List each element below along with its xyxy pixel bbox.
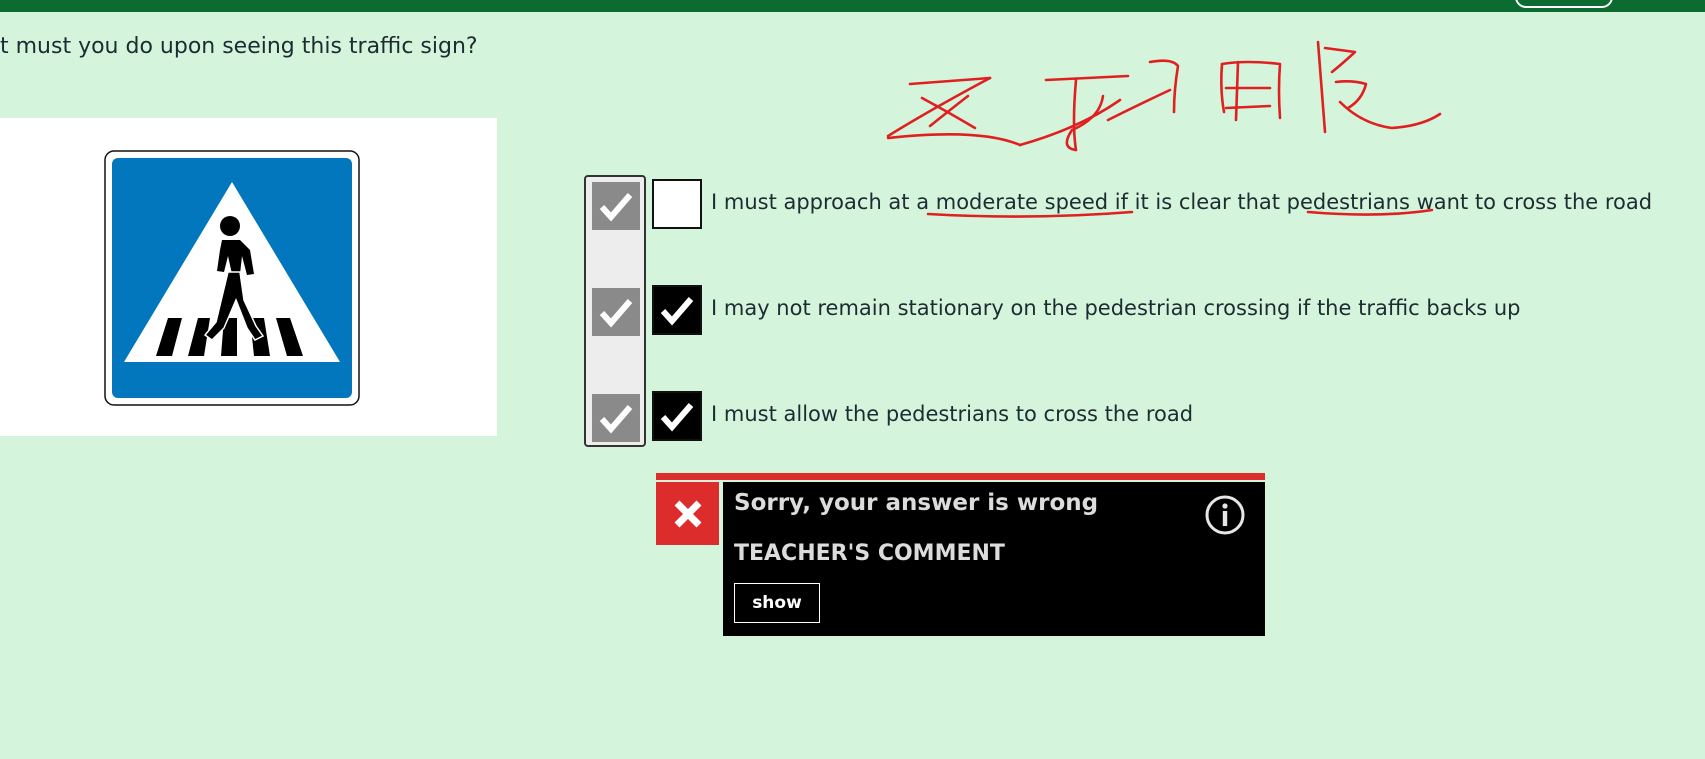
correct-answers-column: [584, 175, 646, 447]
header-button[interactable]: [1515, 0, 1613, 8]
correct-mark-3: [592, 394, 640, 442]
checkmark-icon: [660, 297, 694, 326]
correct-mark-2: [592, 288, 640, 336]
close-icon: [674, 500, 701, 527]
pedestrian-crossing-sign-icon: [104, 150, 360, 406]
answer-text-2: I may not remain stationary on the pedes…: [711, 296, 1521, 320]
answer-text-3: I must allow the pedestrians to cross th…: [711, 402, 1194, 426]
answer-text-1: I must approach at a moderate speed if i…: [711, 190, 1653, 214]
feedback-title: Sorry, your answer is wrong: [734, 490, 1099, 516]
teacher-comment-label: TEACHER'S COMMENT: [734, 541, 1005, 566]
checkmark-icon: [599, 299, 633, 328]
feedback-panel: Sorry, your answer is wrong TEACHER'S CO…: [723, 482, 1265, 636]
sign-image-panel: [0, 118, 497, 436]
checkmark-icon: [599, 405, 633, 434]
answer-checkbox-2[interactable]: [652, 285, 702, 335]
feedback-top-border: [656, 473, 1265, 480]
error-badge: [656, 482, 719, 545]
checkmark-icon: [599, 193, 633, 222]
show-comment-button[interactable]: show: [734, 583, 820, 623]
correct-mark-1: [592, 182, 640, 230]
info-icon[interactable]: [1204, 494, 1246, 536]
answer-checkbox-1[interactable]: [652, 179, 702, 229]
checkmark-icon: [660, 403, 694, 432]
answer-checkbox-3[interactable]: [652, 391, 702, 441]
question-text: t must you do upon seeing this traffic s…: [0, 34, 478, 59]
header-bar: [0, 0, 1705, 12]
